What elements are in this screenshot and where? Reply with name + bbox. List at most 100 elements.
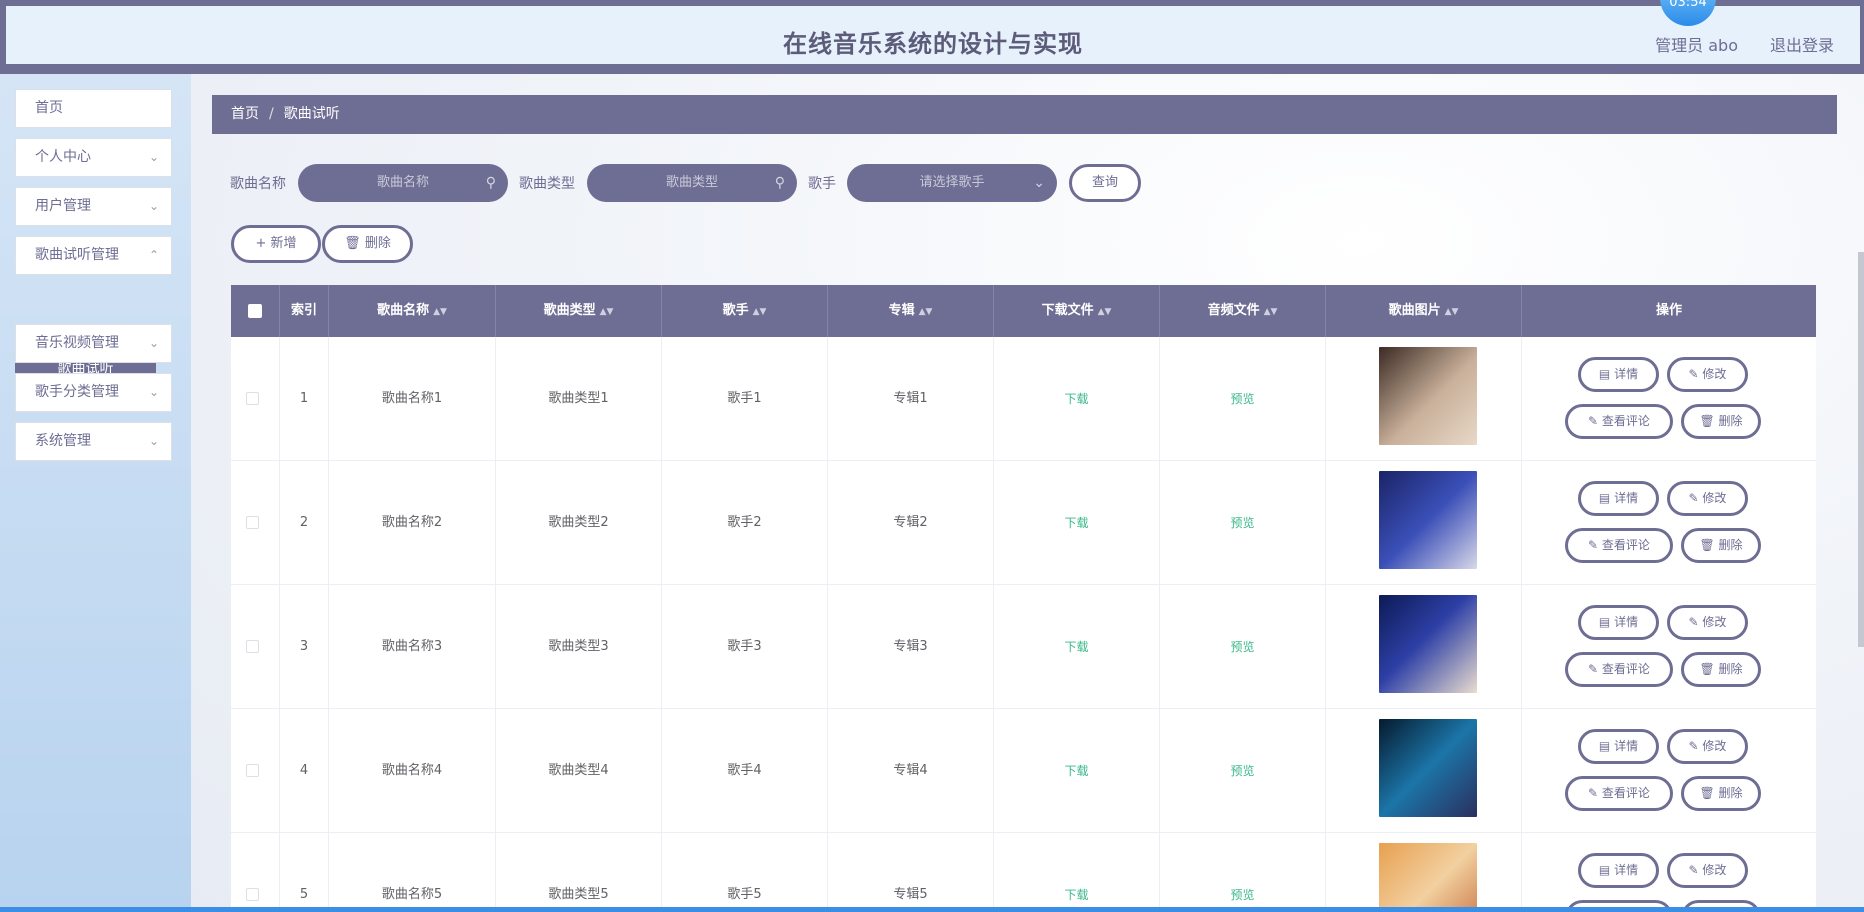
song-type-input[interactable]: 歌曲类型 ⚲	[587, 164, 797, 202]
sidebar-item-label: 歌手分类管理	[35, 384, 119, 400]
pencil-icon: ✎	[1588, 662, 1602, 676]
row-delete-button[interactable]: 🗑 删除	[1681, 404, 1761, 439]
song-name-input[interactable]: 歌曲名称 ⚲	[298, 164, 508, 202]
song-name-placeholder: 歌曲名称	[376, 175, 429, 190]
song-cover-image	[1379, 843, 1477, 912]
detail-button[interactable]: ▤ 详情	[1578, 357, 1659, 392]
select-all-checkbox[interactable]	[248, 304, 262, 318]
breadcrumb-current: 歌曲试听	[283, 106, 340, 122]
detail-button[interactable]: ▤ 详情	[1578, 853, 1659, 888]
view-comments-button[interactable]: ✎ 查看评论	[1565, 776, 1673, 811]
pencil-icon: ✎	[1688, 367, 1703, 381]
preview-link[interactable]: 预览	[1230, 764, 1254, 778]
col-album[interactable]: 专辑 ▲▼	[828, 285, 994, 337]
sidebar: 首页 个人中心 ⌄ 用户管理 ⌄ 歌曲试听管理 ⌃ 歌曲试听 音乐视频管理 ⌄ 歌手分类…	[0, 74, 191, 912]
col-song-image[interactable]: 歌曲图片 ▲▼	[1326, 285, 1522, 337]
chevron-down-icon: ⌄	[148, 150, 159, 164]
download-link[interactable]: 下载	[1064, 640, 1088, 654]
logout-link[interactable]: 退出登录	[1770, 32, 1834, 56]
cell-singer: 歌手5	[662, 833, 828, 912]
cell-singer: 歌手3	[662, 585, 828, 709]
cell-actions	[1522, 585, 1816, 709]
comments-label: 查看评论	[1601, 538, 1650, 552]
sort-icon: ▲▼	[1444, 307, 1459, 317]
song-type-label: 歌曲类型	[519, 176, 575, 192]
sort-icon: ▲▼	[1263, 307, 1278, 317]
edit-button[interactable]: ✎ 修改	[1667, 729, 1748, 764]
document-icon: ▤	[1598, 491, 1615, 505]
breadcrumb: 首页 / 歌曲试听	[212, 95, 1837, 134]
chevron-down-icon: ⌄	[148, 199, 159, 213]
row-delete-button[interactable]: 🗑 删除	[1681, 528, 1761, 563]
sidebar-item-system-management[interactable]: 系统管理 ⌄	[15, 422, 172, 461]
singer-placeholder: 请选择歌手	[919, 175, 985, 190]
document-icon: ▤	[1598, 739, 1615, 753]
col-song-name[interactable]: 歌曲名称 ▲▼	[329, 285, 496, 337]
sidebar-item-music-video-management[interactable]: 音乐视频管理 ⌄	[15, 324, 172, 363]
pencil-icon: ✎	[1588, 538, 1602, 552]
pencil-icon: ✎	[1588, 414, 1602, 428]
row-delete-button[interactable]: 🗑 删除	[1681, 776, 1761, 811]
detail-button[interactable]: ▤ 详情	[1578, 605, 1659, 640]
row-checkbox[interactable]	[246, 764, 259, 777]
cell-singer: 歌手1	[662, 337, 828, 461]
trash-icon: 🗑	[344, 236, 365, 251]
detail-button[interactable]: ▤ 详情	[1578, 729, 1659, 764]
app-title: 在线音乐系统的设计与实现	[783, 30, 1083, 58]
delete-label: 删除	[1718, 662, 1743, 676]
sidebar-item-label: 音乐视频管理	[35, 335, 119, 351]
col-actions: 操作	[1655, 303, 1682, 318]
sidebar-item-personal-center[interactable]: 个人中心 ⌄	[15, 138, 172, 177]
chevron-down-icon: ⌄	[148, 336, 159, 350]
download-link[interactable]: 下载	[1064, 888, 1088, 902]
col-audio-file[interactable]: 音频文件 ▲▼	[1160, 285, 1326, 337]
row-delete-button[interactable]: 🗑 删除	[1681, 652, 1761, 687]
header-checkbox-cell	[231, 285, 280, 337]
scrollbar[interactable]	[1858, 252, 1864, 647]
singer-select[interactable]: 请选择歌手 ⌄	[847, 164, 1057, 202]
cell-actions	[1522, 461, 1816, 585]
col-singer[interactable]: 歌手 ▲▼	[662, 285, 828, 337]
download-link[interactable]: 下载	[1064, 516, 1088, 530]
download-link[interactable]: 下载	[1064, 392, 1088, 406]
add-button[interactable]: + 新增	[231, 225, 321, 263]
main-content: 首页 / 歌曲试听 歌曲名称 歌曲名称 ⚲ 歌曲类型 歌曲类型 ⚲ 歌手 请选择歌手…	[191, 74, 1864, 912]
cell-album: 专辑3	[828, 585, 994, 709]
download-link[interactable]: 下载	[1064, 764, 1088, 778]
row-checkbox[interactable]	[246, 888, 259, 901]
edit-button[interactable]: ✎ 修改	[1667, 605, 1748, 640]
table-row: 5歌曲名称5歌曲类型5歌手5专辑5下载预览▤ 详情✎ 修改✎ 查看评论🗑 删除	[231, 833, 1816, 912]
preview-link[interactable]: 预览	[1230, 640, 1254, 654]
preview-link[interactable]: 预览	[1230, 392, 1254, 406]
sidebar-item-label: 歌曲试听管理	[35, 247, 119, 263]
edit-button[interactable]: ✎ 修改	[1667, 357, 1748, 392]
view-comments-button[interactable]: ✎ 查看评论	[1565, 528, 1673, 563]
view-comments-button[interactable]: ✎ 查看评论	[1565, 404, 1673, 439]
edit-button[interactable]: ✎ 修改	[1667, 853, 1748, 888]
sidebar-item-song-listen-management[interactable]: 歌曲试听管理 ⌃	[15, 236, 172, 275]
song-type-placeholder: 歌曲类型	[665, 175, 718, 190]
edit-button[interactable]: ✎ 修改	[1667, 481, 1748, 516]
breadcrumb-home[interactable]: 首页	[231, 106, 259, 122]
col-download-file[interactable]: 下载文件 ▲▼	[994, 285, 1160, 337]
col-song-type[interactable]: 歌曲类型 ▲▼	[496, 285, 662, 337]
delete-button[interactable]: 🗑 删除	[322, 225, 413, 263]
detail-button[interactable]: ▤ 详情	[1578, 481, 1659, 516]
cell-song-name: 歌曲名称3	[329, 585, 496, 709]
cell-download: 下载	[994, 709, 1160, 833]
song-cover-image	[1379, 595, 1477, 693]
sidebar-item-user-management[interactable]: 用户管理 ⌄	[15, 187, 172, 226]
query-button[interactable]: 查询	[1069, 164, 1141, 202]
view-comments-button[interactable]: ✎ 查看评论	[1565, 652, 1673, 687]
table-header: 索引 歌曲名称 ▲▼ 歌曲类型 ▲▼ 歌手 ▲▼ 专辑 ▲▼ 下载文件 ▲▼ 音频文件 ▲▼…	[231, 285, 1816, 337]
row-checkbox[interactable]	[246, 392, 259, 405]
pencil-icon: ✎	[1588, 786, 1602, 800]
sidebar-item-singer-category-management[interactable]: 歌手分类管理 ⌄	[15, 373, 172, 412]
row-checkbox[interactable]	[246, 640, 259, 653]
preview-link[interactable]: 预览	[1230, 888, 1254, 902]
preview-link[interactable]: 预览	[1230, 516, 1254, 530]
sidebar-item-home[interactable]: 首页	[15, 89, 172, 128]
row-checkbox[interactable]	[246, 516, 259, 529]
sidebar-item-label: 个人中心	[35, 149, 91, 165]
cell-audio: 预览	[1160, 709, 1326, 833]
